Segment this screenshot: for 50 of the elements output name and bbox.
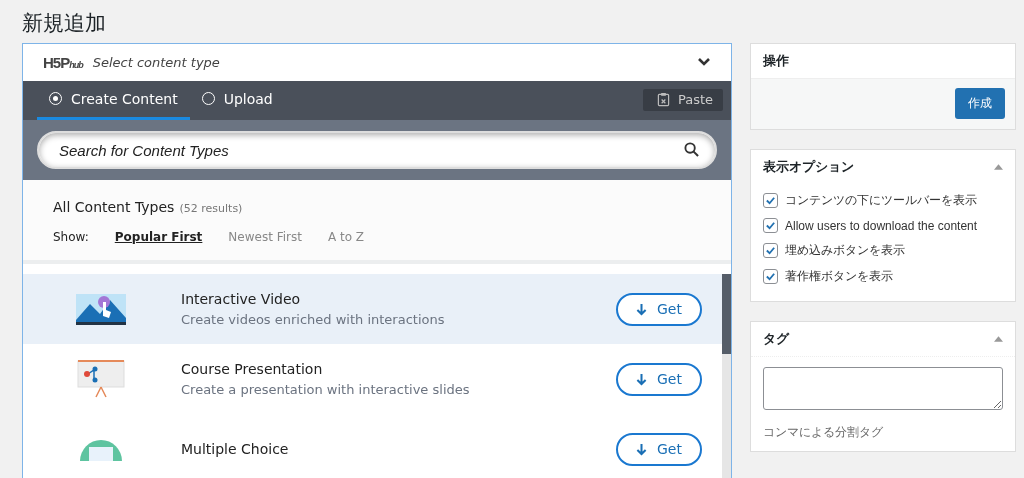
- option-label: Allow users to download the content: [785, 218, 978, 233]
- checkbox[interactable]: [763, 269, 778, 284]
- tags-hint: コンマによる分割タグ: [763, 424, 884, 441]
- logo: H5Phub: [43, 53, 83, 71]
- download-icon: [636, 372, 647, 386]
- checkbox[interactable]: [763, 218, 778, 233]
- checkbox[interactable]: [763, 243, 778, 258]
- option-label: 埋め込みボタンを表示: [785, 242, 905, 259]
- get-button[interactable]: Get: [616, 292, 702, 326]
- search-icon[interactable]: [684, 142, 699, 158]
- panel-title: Select content type: [92, 54, 221, 70]
- box-title: 表示オプション: [763, 158, 854, 176]
- tab[interactable]: Upload: [189, 80, 285, 121]
- page-title: 新規追加: [22, 10, 107, 37]
- get-button[interactable]: Get: [616, 432, 702, 466]
- show-label: Show:: [53, 230, 89, 245]
- content-type-row[interactable]: Interactive Video Create videos enriched with interactions Get: [23, 274, 722, 344]
- get-button[interactable]: Get: [616, 362, 702, 396]
- content-type-description: Create a presentation with interactive slides: [181, 382, 471, 397]
- check-icon: [765, 245, 776, 256]
- collapse-icon[interactable]: [994, 164, 1003, 170]
- download-icon: [636, 302, 647, 316]
- create-button[interactable]: 作成: [955, 88, 1005, 119]
- checkbox[interactable]: [763, 193, 778, 208]
- chevron-icon[interactable]: [697, 57, 711, 68]
- video-icon: [76, 292, 126, 326]
- paste-button[interactable]: Paste: [642, 88, 723, 112]
- check-icon: [765, 271, 776, 282]
- option-label: 著作権ボタンを表示: [785, 268, 893, 285]
- content-type-title: Course Presentation: [181, 361, 324, 377]
- option-label: コンテンツの下にツールバーを表示: [785, 192, 977, 209]
- box-title: 操作: [763, 52, 789, 70]
- result-count: (52 results): [179, 202, 243, 216]
- download-icon: [636, 442, 647, 456]
- content-type-title: Multiple Choice: [181, 441, 290, 457]
- content-type-description: Create videos enriched with interactions: [181, 312, 446, 327]
- check-icon: [765, 195, 776, 206]
- tags-field[interactable]: [763, 367, 1003, 410]
- list-title: All Content Types: [53, 199, 175, 216]
- box-title: タグ: [763, 330, 789, 348]
- clipboard-icon: [656, 92, 670, 108]
- content-type-title: Interactive Video: [181, 291, 302, 307]
- sort-option[interactable]: Newest First: [228, 230, 302, 245]
- collapse-icon[interactable]: [994, 336, 1003, 342]
- search-field[interactable]: Search for Content Types: [37, 131, 717, 170]
- presentation-icon: [76, 359, 126, 399]
- sort-option[interactable]: Popular First: [114, 230, 203, 245]
- scrollbar[interactable]: [722, 274, 731, 478]
- check-icon: [765, 220, 776, 231]
- sort-option[interactable]: A to Z: [327, 230, 365, 245]
